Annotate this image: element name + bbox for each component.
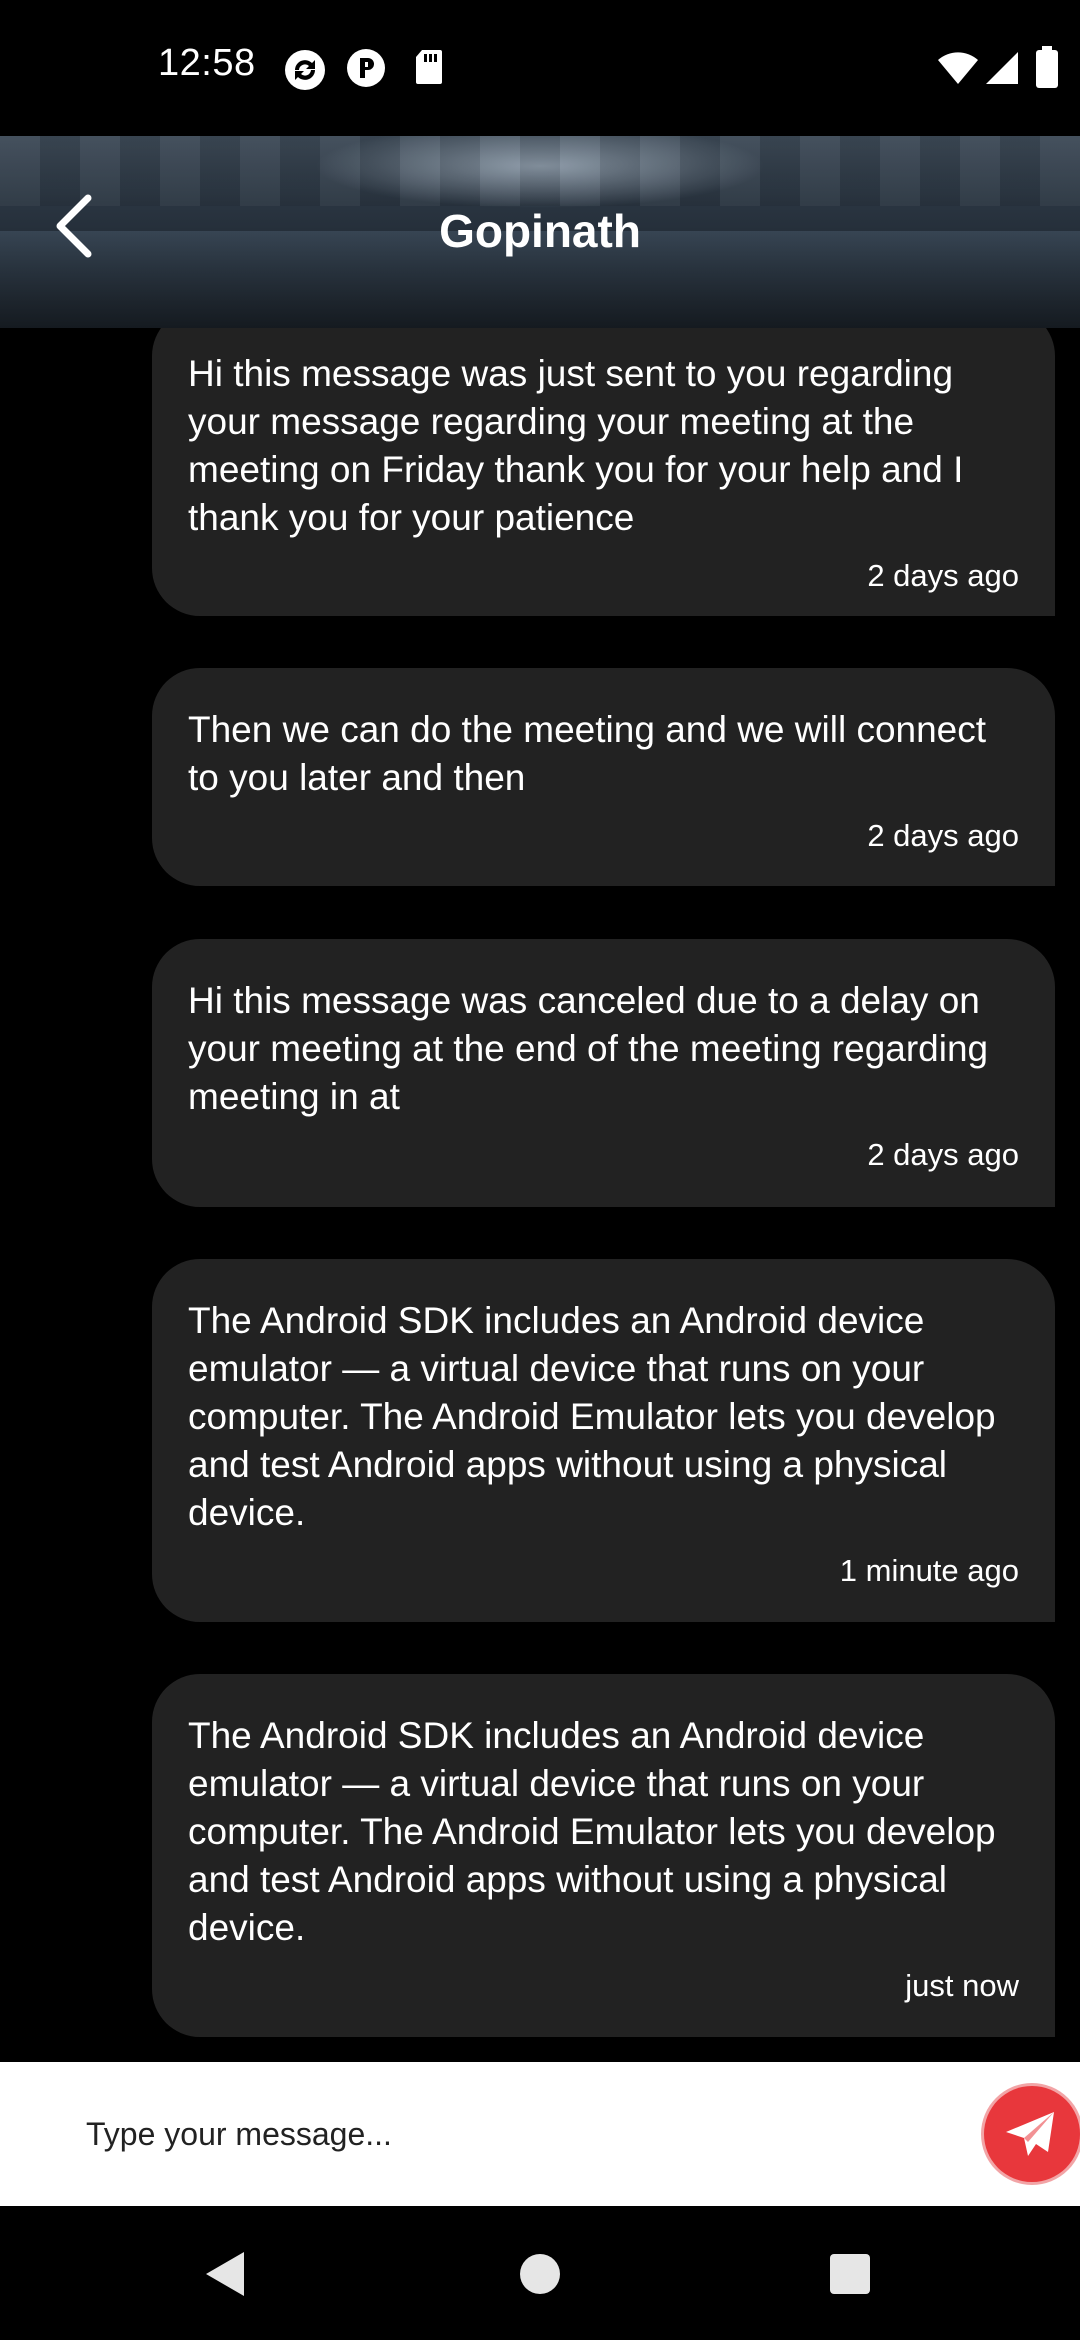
status-time: 12:58: [158, 42, 256, 84]
message-text: The Android SDK includes an Android devi…: [188, 1300, 996, 1533]
message-bubble[interactable]: Hi this message was canceled due to a de…: [152, 939, 1055, 1207]
message-timestamp: 2 days ago: [867, 1137, 1019, 1172]
message-bubble[interactable]: The Android SDK includes an Android devi…: [152, 1259, 1055, 1622]
app-p-icon: [346, 48, 386, 93]
message-text: Then we can do the meeting and we will c…: [188, 709, 987, 798]
nav-back-icon: [206, 2252, 244, 2296]
message-text: Hi this message was just sent to you reg…: [188, 353, 964, 538]
battery-icon: [1036, 46, 1058, 93]
message-text: The Android SDK includes an Android devi…: [188, 1715, 996, 1948]
nav-home-button[interactable]: [508, 2242, 572, 2306]
message-bubble[interactable]: Hi this message was just sent to you reg…: [152, 328, 1055, 616]
chat-header: Gopinath: [0, 136, 1080, 328]
nav-recents-icon: [830, 2254, 870, 2294]
nav-recents-button[interactable]: [818, 2242, 882, 2306]
message-bubble[interactable]: The Android SDK includes an Android devi…: [152, 1674, 1055, 2037]
chat-screen: 12:58 Gopinath Hi this message was just …: [0, 0, 1080, 2340]
nav-home-icon: [520, 2254, 560, 2294]
send-button[interactable]: [984, 2086, 1080, 2182]
system-nav-bar: [0, 2206, 1080, 2340]
message-timestamp: 2 days ago: [867, 558, 1019, 593]
message-text: Hi this message was canceled due to a de…: [188, 980, 989, 1117]
contact-name: Gopinath: [439, 205, 641, 257]
message-bubble[interactable]: Then we can do the meeting and we will c…: [152, 668, 1055, 886]
sd-card-icon: [414, 48, 444, 91]
message-timestamp: 2 days ago: [867, 818, 1019, 853]
message-composer: [0, 2062, 1080, 2206]
wifi-icon: [936, 50, 980, 91]
signal-icon: [984, 50, 1020, 91]
message-timestamp: 1 minute ago: [839, 1553, 1019, 1588]
status-bar: 12:58: [0, 0, 1080, 136]
paper-plane-icon: [1006, 2112, 1054, 2156]
header-background-image: [0, 136, 1080, 206]
message-input[interactable]: [60, 2084, 960, 2184]
message-timestamp: just now: [905, 1968, 1019, 2003]
nav-back-button[interactable]: [194, 2242, 258, 2306]
sync-icon: [283, 48, 327, 97]
message-list[interactable]: Hi this message was just sent to you reg…: [0, 328, 1080, 2062]
